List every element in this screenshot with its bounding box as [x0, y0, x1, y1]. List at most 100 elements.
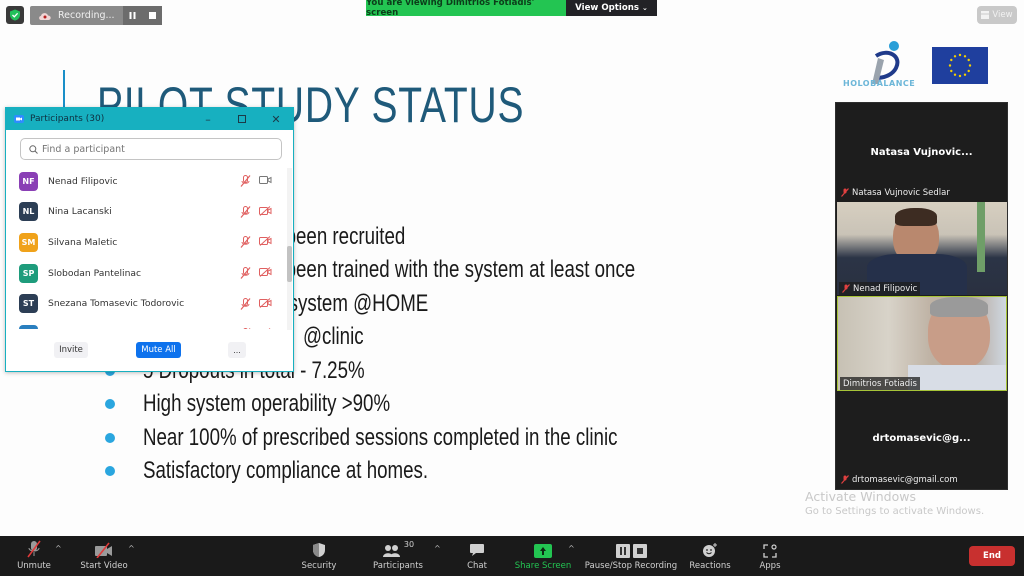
chevron-down-icon: ⌄ [641, 4, 648, 12]
participants-icon [382, 545, 400, 557]
stop-recording-icon[interactable] [148, 12, 156, 19]
bullet-text: Near 100% of prescribed sessions complet… [143, 423, 618, 451]
share-options-caret-icon[interactable]: ^ [568, 544, 575, 553]
participant-row[interactable]: SM Silvana Maletic [6, 227, 286, 258]
apps-button[interactable]: Apps [756, 536, 784, 576]
participant-name: Nenad Filipovic [853, 283, 918, 294]
participant-avatar: NL [19, 202, 38, 222]
participants-count: 30 [403, 540, 415, 549]
unmute-label: Unmute [17, 561, 51, 571]
participant-name: Snezana Tomasevic Todorovic [48, 298, 185, 310]
view-button-label: View [992, 10, 1013, 20]
mic-muted-icon[interactable] [240, 297, 251, 310]
apps-icon [763, 544, 777, 558]
video-off-icon[interactable] [259, 206, 272, 216]
chat-button[interactable]: Chat [464, 536, 490, 576]
bullet-item: Satisfactory compliance at homes. [105, 455, 774, 489]
video-hair [895, 208, 937, 226]
mic-muted-icon[interactable] [240, 175, 251, 188]
view-layout-button[interactable]: View [977, 6, 1017, 24]
participant-row[interactable]: NF Nenad Filipovic [6, 166, 286, 197]
maximize-icon [238, 115, 246, 123]
bullet-item: Near 100% of prescribed sessions complet… [105, 421, 774, 455]
pause-stop-label: Pause/Stop Recording [584, 561, 678, 571]
view-options-button[interactable]: View Options ⌄ [566, 0, 657, 16]
share-screen-label: Share Screen [514, 561, 572, 571]
video-tile-tag-drtomasevic: drtomasevic@gmail.com [838, 473, 961, 486]
participants-caret-icon[interactable]: ^ [434, 544, 441, 553]
scrollbar-thumb[interactable] [287, 246, 292, 282]
bullet-text: Satisfactory compliance at homes. [143, 457, 429, 485]
stop-icon [632, 544, 647, 558]
encryption-shield-button[interactable] [6, 6, 24, 24]
video-on-icon[interactable] [259, 175, 272, 185]
participant-list: NF Nenad Filipovic NL Nina Lacanski SM Silvan… [6, 166, 286, 329]
participant-name: Silvana Maletic [48, 236, 118, 248]
audio-options-caret-icon[interactable]: ^ [55, 544, 62, 553]
participant-avatar: SN [19, 324, 38, 329]
search-icon [29, 144, 38, 154]
reactions-button[interactable]: Reactions [689, 536, 731, 576]
mic-muted-icon[interactable] [240, 328, 251, 329]
mic-muted-icon[interactable] [240, 205, 251, 218]
participant-avatar: NF [19, 171, 38, 191]
participant-row[interactable]: NL Nina Lacanski [6, 197, 286, 228]
participant-status-icons [240, 328, 272, 329]
pause-recording-icon[interactable] [129, 12, 136, 19]
participants-window: Participants (30) – ✕ NFNenad FilipovicN… [5, 107, 294, 372]
invite-button[interactable]: Invite [54, 342, 88, 358]
video-feed-dimitrios-active-speaker[interactable]: Dimitrios Fotiadis [837, 296, 1007, 391]
start-video-button[interactable]: Start Video [78, 536, 130, 576]
participant-avatar: ST [19, 294, 38, 314]
mic-muted-icon[interactable] [240, 236, 251, 249]
participant-name: drtomasevic@gmail.com [852, 474, 958, 485]
chat-label: Chat [467, 561, 487, 571]
pause-stop-recording-button[interactable]: Pause/Stop Recording [585, 536, 677, 576]
participant-row[interactable]: SP Slobodan Pantelinac [6, 258, 286, 289]
bullet-text: @clinic [303, 323, 364, 351]
zoom-meeting-window: PILOT STUDY STATUS HOLOBALANCE 69 patien… [0, 0, 1024, 576]
more-options-button[interactable]: ... [228, 342, 246, 358]
shield-check-icon [10, 9, 20, 21]
participant-list-scrollbar[interactable] [287, 168, 292, 330]
participant-row[interactable]: ST Snezana Tomasevic Todorovic [6, 288, 286, 319]
mic-muted-icon[interactable] [240, 267, 251, 279]
video-tile-tag-dimitrios: Dimitrios Fotiadis [840, 377, 920, 390]
share-screen-button[interactable]: Share Screen [514, 536, 572, 576]
security-button[interactable]: Security [300, 536, 338, 576]
end-meeting-button[interactable]: End [969, 546, 1015, 566]
participant-status-icons [240, 205, 272, 218]
participant-search-input[interactable] [42, 143, 262, 155]
video-off-icon[interactable] [259, 236, 272, 247]
maximize-button[interactable] [225, 108, 259, 130]
mic-muted-icon [27, 540, 41, 558]
recording-indicator: Recording... [30, 6, 162, 25]
participant-search-box[interactable] [20, 138, 282, 160]
close-button[interactable]: ✕ [259, 108, 293, 130]
unmute-button[interactable]: Unmute [14, 536, 54, 576]
mute-all-button[interactable]: Mute All [136, 342, 181, 358]
participants-button[interactable]: 30 Participants [372, 536, 424, 576]
video-tile-name-drtomasevic: drtomasevic@g... [872, 433, 971, 444]
bullet-item: High system operability >90% [105, 388, 774, 422]
video-off-icon[interactable] [259, 328, 272, 329]
participant-name: Nina Lacanski [48, 206, 112, 218]
mic-muted-icon [842, 284, 850, 293]
bullet-dot-icon [105, 399, 115, 410]
video-hair [930, 297, 988, 317]
video-options-caret-icon[interactable]: ^ [128, 544, 135, 553]
view-options-label: View Options [575, 3, 639, 13]
participant-status-icons [240, 236, 272, 249]
video-off-icon[interactable] [259, 267, 272, 277]
watermark-line-1: Activate Windows [805, 489, 916, 504]
video-feed-nenad[interactable]: Nenad Filipovic [837, 202, 1007, 295]
participants-titlebar[interactable]: Participants (30) – ✕ [6, 108, 293, 130]
viewing-screen-label: You are viewing Dimitrios Fotiadis' scre… [366, 0, 566, 18]
reactions-label: Reactions [689, 561, 731, 571]
mic-muted-icon [841, 475, 849, 484]
video-shirt [908, 365, 1006, 390]
minimize-button[interactable]: – [191, 108, 225, 130]
zoom-app-icon [14, 115, 24, 123]
video-off-icon[interactable] [259, 297, 272, 308]
participant-row[interactable]: SNStefan Nikolic [6, 319, 286, 329]
